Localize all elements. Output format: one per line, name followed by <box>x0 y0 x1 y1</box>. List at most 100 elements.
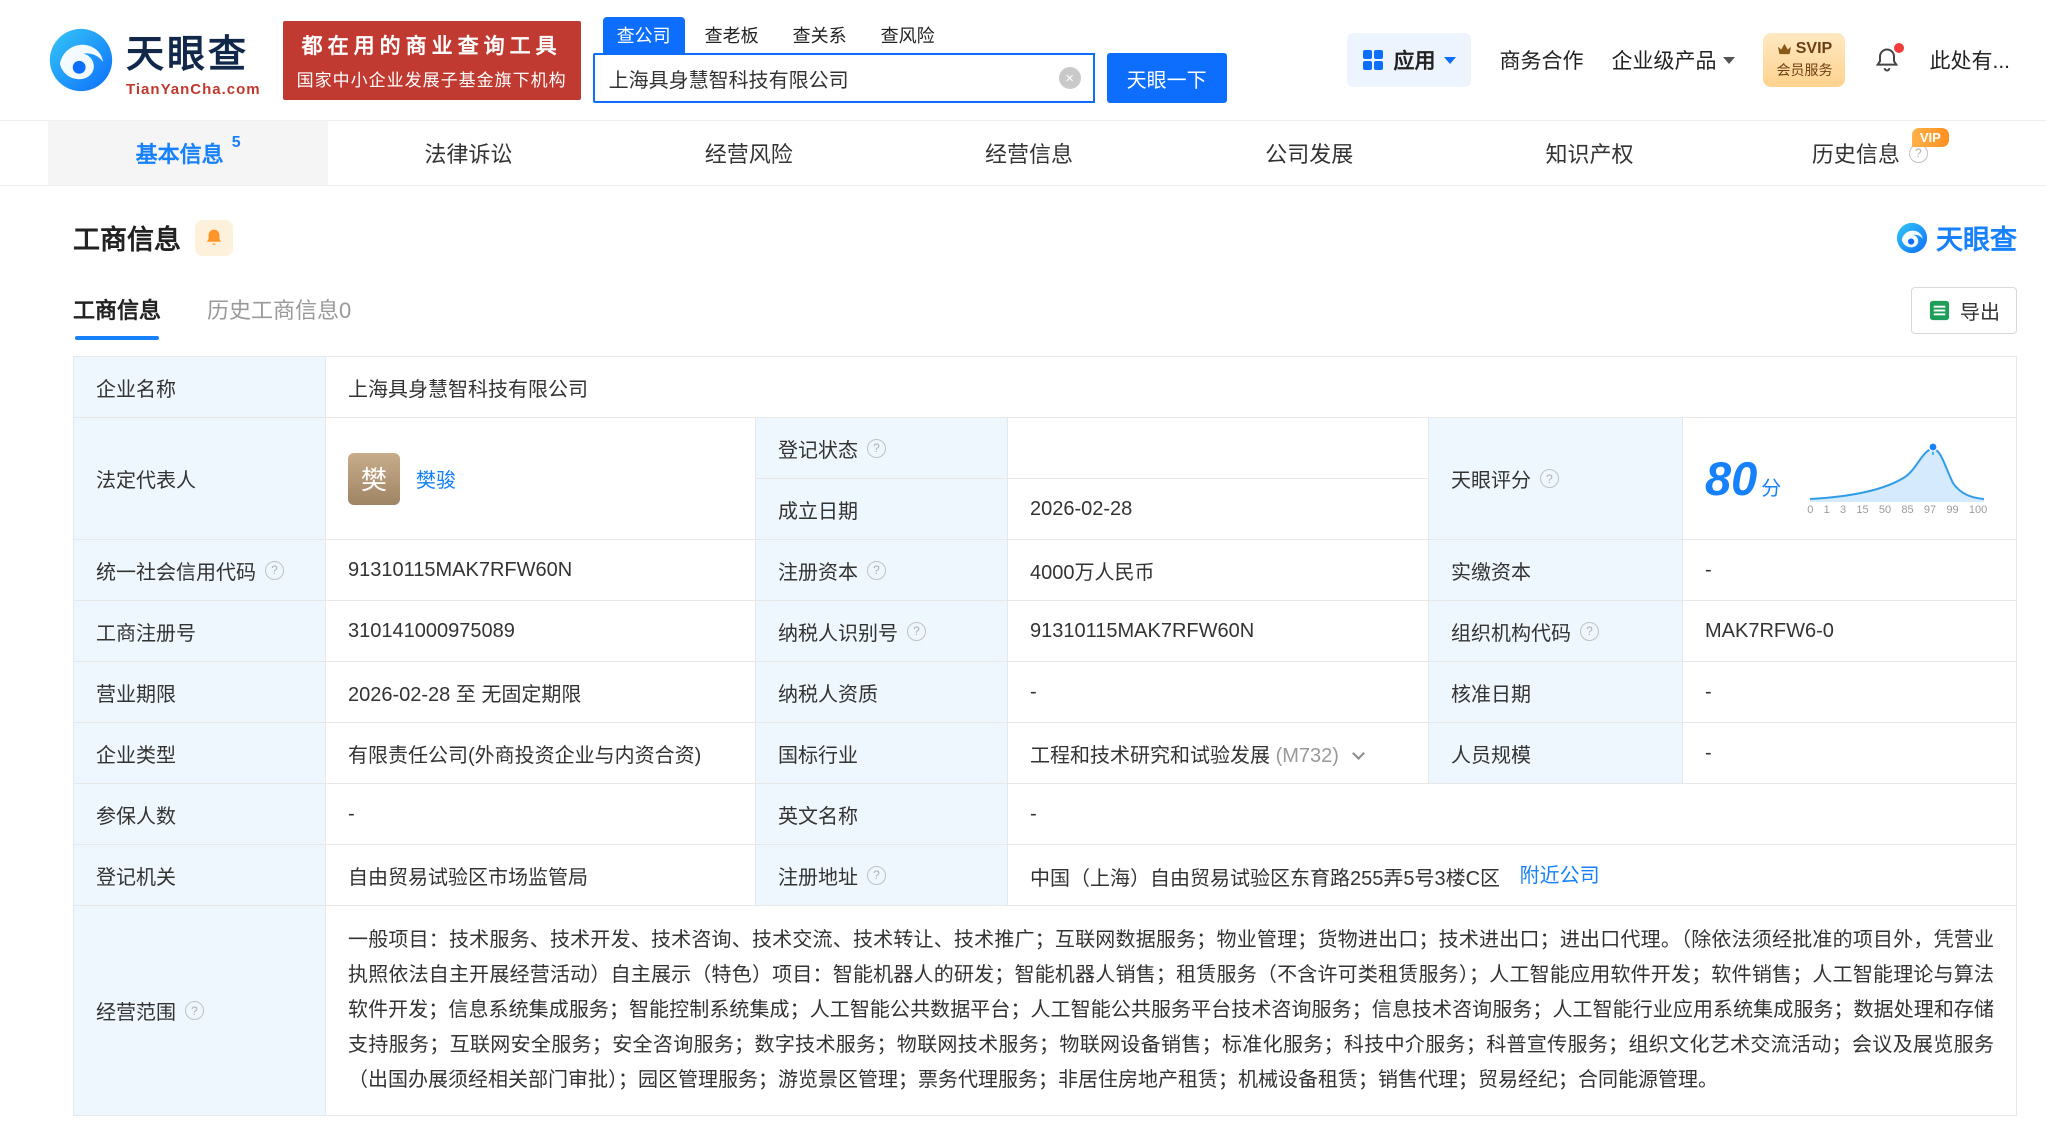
tianyancha-logo-icon <box>1896 222 1928 254</box>
field-label-insured-count: 参保人数 <box>74 784 326 845</box>
search-input-wrap: × <box>593 53 1095 103</box>
help-icon[interactable]: ? <box>867 439 886 458</box>
subtab-history-business-info[interactable]: 历史工商信息0 <box>207 293 351 340</box>
enterprise-label: 企业级产品 <box>1611 45 1716 75</box>
field-value-reg-status <box>1008 418 1429 479</box>
main-content: 工商信息 天眼查 工商信息 历史工商信息0 <box>0 218 2046 1116</box>
main-nav-tabs: 基本信息 5 法律诉讼 经营风险 经营信息 公司发展 知识产权 VIP 历史信息… <box>0 120 2046 186</box>
svip-membership-badge[interactable]: SVIP 会员服务 <box>1763 33 1845 87</box>
chevron-down-icon <box>1723 57 1735 64</box>
help-icon[interactable]: ? <box>1540 469 1559 488</box>
crown-icon <box>1777 43 1792 56</box>
tab-label: 经营风险 <box>705 137 793 169</box>
table-row: 经营范围 ? 一般项目：技术服务、技术开发、技术咨询、技术交流、技术转让、技术推… <box>74 906 2017 1116</box>
field-value-reg-number: 310141000975089 <box>326 601 756 662</box>
search-button[interactable]: 天眼一下 <box>1107 53 1227 103</box>
top-header: 天眼查 TianYanCha.com 都在用的商业查询工具 国家中小企业发展子基… <box>0 0 2046 120</box>
field-value-business-scope: 一般项目：技术服务、技术开发、技术咨询、技术交流、技术转让、技术推广；互联网数据… <box>326 906 2017 1116</box>
tab-label: 经营信息 <box>985 137 1073 169</box>
field-value-taxpayer-id: 91310115MAK7RFW60N <box>1008 601 1429 662</box>
tab-company-development[interactable]: 公司发展 <box>1169 121 1449 185</box>
subtab-business-info[interactable]: 工商信息 <box>73 293 161 340</box>
field-value-industry: 工程和技术研究和试验发展 (M732) <box>1008 723 1429 784</box>
tab-operation-risk[interactable]: 经营风险 <box>609 121 889 185</box>
excel-icon <box>1928 299 1951 322</box>
field-label-business-scope: 经营范围 ? <box>74 906 326 1116</box>
menu-biz-cooperation[interactable]: 商务合作 <box>1499 45 1583 75</box>
tab-intellectual-property[interactable]: 知识产权 <box>1449 121 1729 185</box>
search-tab-risk[interactable]: 查风险 <box>867 17 949 53</box>
field-value-reg-authority: 自由贸易试验区市场监管局 <box>326 845 756 906</box>
clear-icon[interactable]: × <box>1059 67 1081 89</box>
export-button[interactable]: 导出 <box>1911 287 2017 334</box>
help-icon[interactable]: ? <box>1580 622 1599 641</box>
promo-line1: 都在用的商业查询工具 <box>297 30 567 60</box>
tab-history-info[interactable]: VIP 历史信息 ? <box>1730 121 2010 185</box>
help-icon[interactable]: ? <box>907 622 926 641</box>
tianyancha-logo-icon <box>48 27 114 93</box>
apps-label: 应用 <box>1393 45 1435 75</box>
export-label: 导出 <box>1960 296 2000 325</box>
field-value-company-type: 有限责任公司(外商投资企业与内资合资) <box>326 723 756 784</box>
svip-label: SVIP <box>1796 40 1832 58</box>
notification-bell[interactable] <box>1873 46 1901 74</box>
field-label-tyc-score: 天眼评分 ? <box>1429 418 1683 540</box>
logo-en-text: TianYanCha.com <box>126 81 261 98</box>
bell-icon <box>204 228 224 248</box>
search-tab-company[interactable]: 查公司 <box>603 17 685 53</box>
help-icon[interactable]: ? <box>185 1001 204 1020</box>
search-tab-relation[interactable]: 查关系 <box>779 17 861 53</box>
help-icon[interactable]: ? <box>265 561 284 580</box>
field-label-reg-address: 注册地址 ? <box>756 845 1008 906</box>
field-value-reg-address: 中国（上海）自由贸易试验区东育路255弄5号3楼C区 附近公司 <box>1008 845 2017 906</box>
field-value-company-name: 上海具身慧智科技有限公司 <box>326 357 2017 418</box>
field-label-establish-date: 成立日期 <box>756 479 1008 540</box>
tianyancha-logo[interactable]: 天眼查 TianYanCha.com <box>48 23 261 98</box>
tab-legal-litigation[interactable]: 法律诉讼 <box>328 121 608 185</box>
field-value-legal-rep: 樊 樊骏 <box>326 418 756 540</box>
field-label-credit-code: 统一社会信用代码 ? <box>74 540 326 601</box>
table-row: 企业名称 上海具身慧智科技有限公司 <box>74 357 2017 418</box>
field-label-legal-rep: 法定代表人 <box>74 418 326 540</box>
field-label-approval-date: 核准日期 <box>1429 662 1683 723</box>
apps-grid-icon <box>1362 49 1384 71</box>
field-label-reg-authority: 登记机关 <box>74 845 326 906</box>
search-area: 查公司 查老板 查关系 查风险 × 天眼一下 <box>593 17 1227 103</box>
search-row: × 天眼一下 <box>593 53 1227 103</box>
help-icon[interactable]: ? <box>867 866 886 885</box>
header-right-menu: 应用 商务合作 企业级产品 SVIP 会员服务 此处有... <box>1347 33 2010 87</box>
legal-rep-link[interactable]: 樊骏 <box>416 464 456 493</box>
field-value-reg-capital: 4000万人民币 <box>1008 540 1429 601</box>
section-title: 工商信息 <box>73 218 181 257</box>
tab-operation-info[interactable]: 经营信息 <box>889 121 1169 185</box>
tab-label: 基本信息 <box>136 137 224 169</box>
apps-menu[interactable]: 应用 <box>1347 33 1471 87</box>
score-curve-chart: 01 315 5085 9799 100 <box>1807 441 1987 516</box>
field-label-staff-size: 人员规模 <box>1429 723 1683 784</box>
table-row: 登记机关 自由贸易试验区市场监管局 注册地址 ? 中国（上海）自由贸易试验区东育… <box>74 845 2017 906</box>
tab-basic-info[interactable]: 基本信息 5 <box>48 121 328 185</box>
subscribe-bell-button[interactable] <box>195 220 233 256</box>
field-label-org-code: 组织机构代码 ? <box>1429 601 1683 662</box>
subtab-row: 工商信息 历史工商信息0 导出 <box>73 287 2017 340</box>
menu-enterprise-products[interactable]: 企业级产品 <box>1611 45 1735 75</box>
user-account[interactable]: 此处有... <box>1929 45 2010 75</box>
search-tabs: 查公司 查老板 查关系 查风险 <box>593 17 1227 53</box>
field-label-industry: 国标行业 <box>756 723 1008 784</box>
help-icon[interactable]: ? <box>867 561 886 580</box>
svip-sublabel: 会员服务 <box>1776 60 1832 80</box>
legal-rep-avatar[interactable]: 樊 <box>348 453 400 505</box>
nearby-companies-link[interactable]: 附近公司 <box>1520 865 1600 887</box>
vip-badge: VIP <box>1912 128 1949 147</box>
chevron-down-icon[interactable] <box>1353 747 1366 760</box>
table-row: 营业期限 2026-02-28 至 无固定期限 纳税人资质 - 核准日期 - <box>74 662 2017 723</box>
table-row: 参保人数 - 英文名称 - <box>74 784 2017 845</box>
field-label-taxpayer-quality: 纳税人资质 <box>756 662 1008 723</box>
table-row: 统一社会信用代码 ? 91310115MAK7RFW60N 注册资本 ? 400… <box>74 540 2017 601</box>
search-tab-boss[interactable]: 查老板 <box>691 17 773 53</box>
tab-label: 知识产权 <box>1546 137 1634 169</box>
search-input[interactable] <box>593 53 1095 103</box>
logo-cn-text: 天眼查 <box>126 23 261 78</box>
promo-badge: 都在用的商业查询工具 国家中小企业发展子基金旗下机构 <box>283 21 581 100</box>
field-value-taxpayer-quality: - <box>1008 662 1429 723</box>
